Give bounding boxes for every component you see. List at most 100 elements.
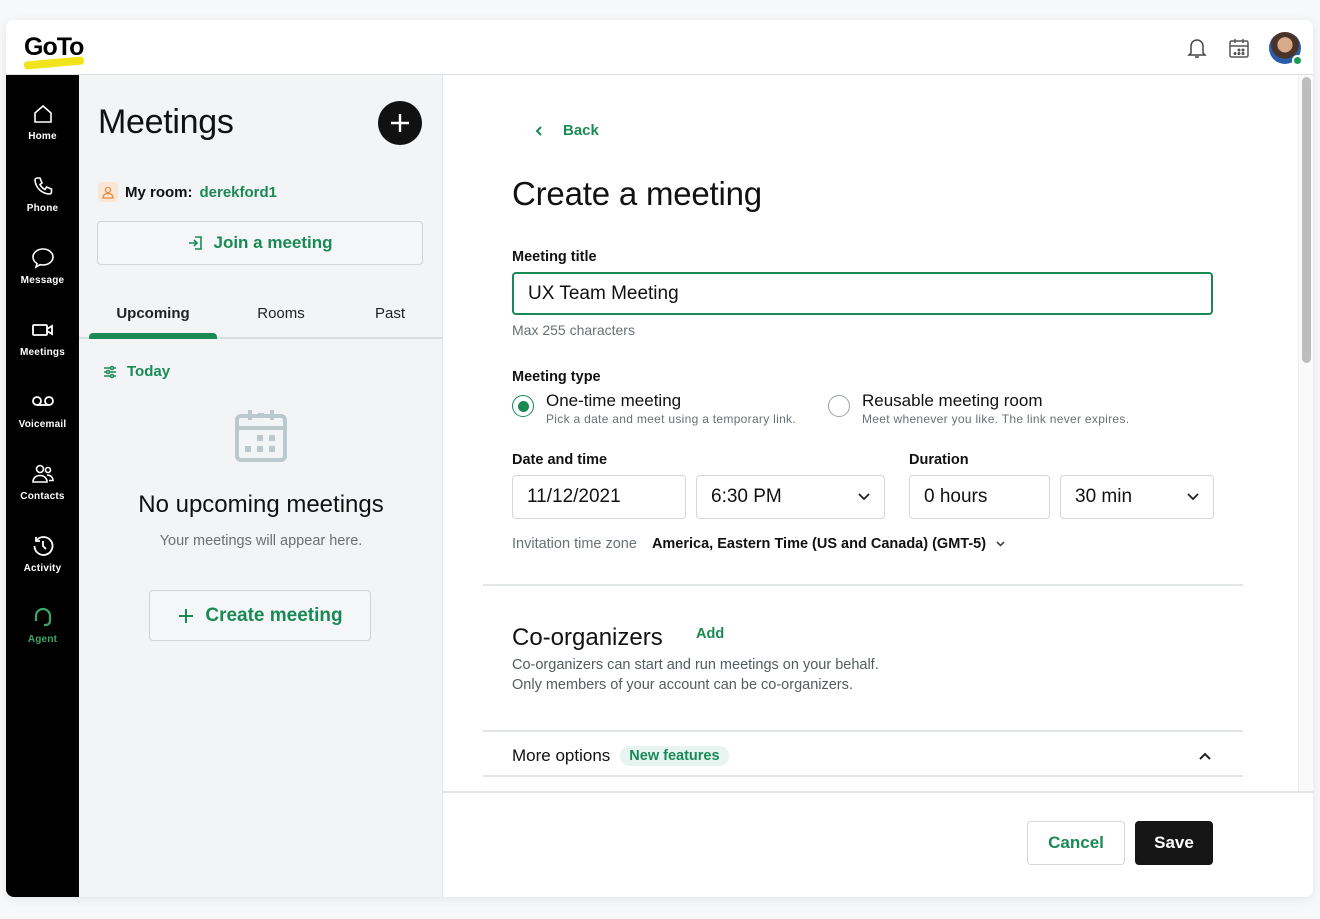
tab-past[interactable]: Past xyxy=(345,287,435,339)
logo-text: GoTo xyxy=(24,33,84,61)
meetings-pane: Meetings My room: derekford1 Join a meet… xyxy=(79,75,443,897)
rail-item-home[interactable]: Home xyxy=(6,90,79,154)
tab-upcoming[interactable]: Upcoming xyxy=(89,287,217,339)
section-divider xyxy=(483,584,1243,586)
timezone-select[interactable]: America, Eastern Time (US and Canada) (G… xyxy=(652,536,986,552)
duration-hours-value: 0 hours xyxy=(924,486,988,507)
chevron-up-icon xyxy=(1199,752,1211,760)
rail-label: Meetings xyxy=(20,347,65,358)
active-tab-indicator xyxy=(89,333,217,339)
rail-label: Message xyxy=(20,275,65,286)
rail-item-meetings[interactable]: Meetings xyxy=(6,306,79,370)
coorganizers-desc-line2: Only members of your account can be co-o… xyxy=(512,677,853,693)
top-actions xyxy=(1185,32,1303,66)
option-title: Reusable meeting room xyxy=(862,391,1043,410)
rail-item-contacts[interactable]: Contacts xyxy=(6,450,79,514)
coorganizers-description: Co-organizers can start and run meetings… xyxy=(512,655,879,695)
online-status-dot xyxy=(1292,55,1303,66)
bell-icon[interactable] xyxy=(1185,36,1209,60)
person-icon xyxy=(98,182,118,202)
rail-label: Voicemail xyxy=(18,419,67,430)
chevron-left-icon xyxy=(535,125,542,136)
timezone-label: Invitation time zone xyxy=(512,536,637,552)
meeting-title-label: Meeting title xyxy=(512,249,597,265)
video-icon xyxy=(31,318,55,342)
back-label: Back xyxy=(563,122,599,139)
time-select[interactable]: 6:30 PM xyxy=(696,475,885,519)
my-room-link[interactable]: derekford1 xyxy=(200,184,278,201)
page-title: Create a meeting xyxy=(512,175,762,212)
cancel-button[interactable]: Cancel xyxy=(1027,821,1125,865)
home-icon xyxy=(31,102,55,126)
duration-minutes-value: 30 min xyxy=(1075,486,1133,507)
timezone-row: Invitation time zone America, Eastern Ti… xyxy=(512,536,1005,552)
date-input[interactable]: 11/12/2021 xyxy=(512,475,686,519)
radio-one-time-meeting[interactable]: One-time meeting Pick a date and meet us… xyxy=(512,391,796,427)
create-meeting-form: Back Create a meeting Meeting title Max … xyxy=(443,75,1313,897)
scrollbar-thumb[interactable] xyxy=(1302,77,1311,363)
app-window: GoTo Home Phone Message Meetings Voicema… xyxy=(6,20,1313,897)
plus-icon xyxy=(391,114,409,132)
empty-state-title: No upcoming meetings xyxy=(138,491,384,518)
add-coorganizer-link[interactable]: Add xyxy=(696,626,724,642)
message-icon xyxy=(31,246,55,270)
headset-icon xyxy=(31,605,55,629)
empty-calendar-icon xyxy=(233,408,289,464)
duration-hours-input[interactable]: 0 hours xyxy=(909,475,1050,519)
my-room: My room: derekford1 xyxy=(98,182,277,202)
more-options-toggle[interactable]: More options New features xyxy=(483,735,1243,777)
rail-item-activity[interactable]: Activity xyxy=(6,522,79,586)
duration-minutes-select[interactable]: 30 min xyxy=(1060,475,1214,519)
back-button[interactable]: Back xyxy=(535,122,599,139)
join-meeting-button[interactable]: Join a meeting xyxy=(97,221,423,265)
rail-label: Activity xyxy=(23,563,62,574)
plus-icon xyxy=(179,608,194,623)
meeting-title-input[interactable] xyxy=(512,272,1213,315)
rail-label: Contacts xyxy=(20,491,65,502)
date-value: 11/12/2021 xyxy=(527,486,621,507)
duration-label: Duration xyxy=(909,452,969,468)
chevron-down-icon xyxy=(858,493,870,501)
pane-title: Meetings xyxy=(98,103,234,141)
option-description: Meet whenever you like. The link never e… xyxy=(862,412,1130,426)
create-meeting-button[interactable]: Create meeting xyxy=(149,590,371,641)
join-meeting-label: Join a meeting xyxy=(213,233,333,252)
top-bar: GoTo xyxy=(6,20,1313,75)
more-options-label: More options xyxy=(512,746,611,765)
rail-item-voicemail[interactable]: Voicemail xyxy=(6,378,79,442)
chevron-down-icon xyxy=(996,541,1005,547)
rail-label: Phone xyxy=(26,203,59,214)
rail-item-phone[interactable]: Phone xyxy=(6,162,79,226)
today-label: Today xyxy=(127,363,171,380)
calendar-icon[interactable] xyxy=(1227,36,1251,60)
meetings-tabs: Upcoming Rooms Past xyxy=(79,287,443,339)
section-divider xyxy=(483,730,1243,732)
form-footer: Cancel Save xyxy=(443,791,1313,897)
rail-item-agent[interactable]: Agent xyxy=(6,593,79,657)
scrollbar[interactable] xyxy=(1298,75,1313,791)
contacts-icon xyxy=(31,462,55,486)
avatar[interactable] xyxy=(1269,32,1303,66)
section-divider xyxy=(483,775,1243,777)
join-icon xyxy=(189,236,203,250)
radio-button-unchecked[interactable] xyxy=(828,395,850,417)
tab-rooms[interactable]: Rooms xyxy=(217,287,345,339)
coorganizers-title: Co-organizers xyxy=(512,624,663,651)
rail-item-message[interactable]: Message xyxy=(6,234,79,298)
save-button[interactable]: Save xyxy=(1135,821,1213,865)
goto-logo: GoTo xyxy=(23,33,88,70)
empty-state-subtitle: Your meetings will appear here. xyxy=(159,533,363,549)
radio-reusable-meeting-room[interactable]: Reusable meeting room Meet whenever you … xyxy=(828,391,1129,427)
nav-rail: Home Phone Message Meetings Voicemail Co… xyxy=(6,75,79,897)
new-meeting-button[interactable] xyxy=(378,101,422,145)
voicemail-icon xyxy=(31,390,55,414)
rail-label: Home xyxy=(28,131,57,142)
date-time-label: Date and time xyxy=(512,452,608,468)
radio-button-checked[interactable] xyxy=(512,395,534,417)
new-features-badge: New features xyxy=(620,746,729,766)
phone-icon xyxy=(31,174,55,198)
rail-label: Agent xyxy=(27,634,58,645)
option-description: Pick a date and meet using a temporary l… xyxy=(546,412,796,426)
coorganizers-desc-line1: Co-organizers can start and run meetings… xyxy=(512,657,879,673)
today-filter[interactable]: Today xyxy=(103,363,170,380)
